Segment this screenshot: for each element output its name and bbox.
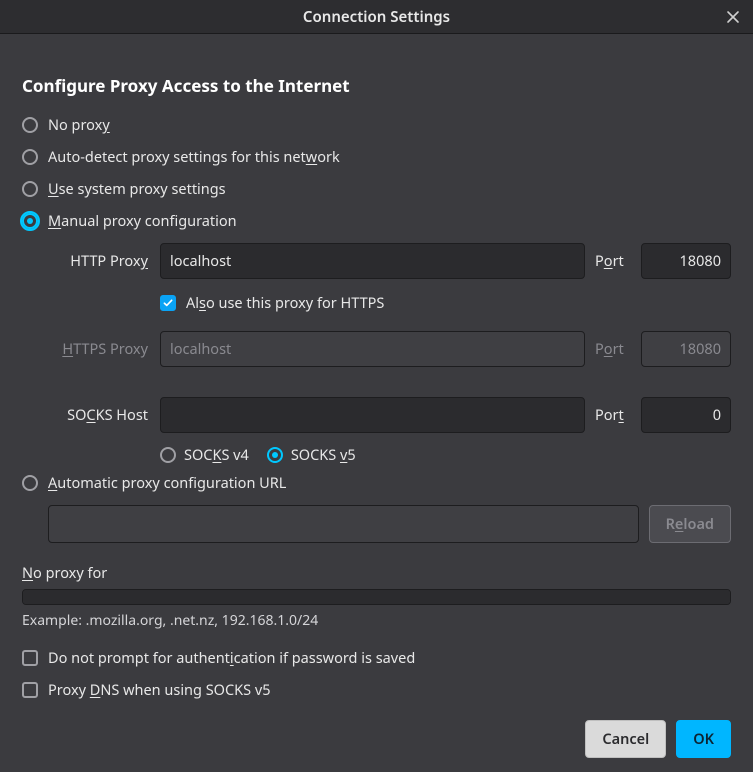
label-socks-v5[interactable]: SOCKS v5 (291, 445, 356, 465)
ok-button[interactable]: OK (676, 720, 731, 758)
radio-socks-v4[interactable] (160, 447, 176, 463)
checkbox-proxy-dns-socks5[interactable] (22, 682, 38, 698)
label-auto-url[interactable]: Automatic proxy configuration URL (48, 473, 286, 493)
radio-use-system[interactable] (22, 181, 38, 197)
socks-port-label: Port (593, 405, 633, 425)
checkbox-also-https[interactable] (160, 295, 176, 311)
cancel-button[interactable]: Cancel (585, 720, 666, 758)
close-icon[interactable] (723, 7, 743, 27)
radio-auto-url[interactable] (22, 475, 38, 491)
dialog-titlebar: Connection Settings (0, 0, 753, 34)
http-proxy-port-input[interactable] (641, 243, 731, 279)
http-port-label: Port (593, 251, 633, 271)
socks-host-input[interactable] (160, 397, 585, 433)
pac-url-input (48, 505, 639, 543)
socks-host-label: SOCKS Host (42, 405, 152, 425)
label-socks-v4[interactable]: SOCKS v4 (184, 445, 249, 465)
checkbox-no-auth-prompt[interactable] (22, 650, 38, 666)
label-manual[interactable]: Manual proxy configuration (48, 211, 237, 231)
no-proxy-for-input[interactable] (22, 589, 731, 605)
label-use-system[interactable]: Use system proxy settings (48, 179, 226, 199)
label-also-https[interactable]: Also use this proxy for HTTPS (186, 293, 384, 313)
reload-button: Reload (649, 505, 731, 543)
radio-no-proxy[interactable] (22, 117, 38, 133)
socks-port-input[interactable] (641, 397, 731, 433)
no-proxy-example: Example: .mozilla.org, .net.nz, 192.168.… (22, 611, 731, 630)
https-proxy-host-input (160, 331, 585, 367)
label-no-proxy[interactable]: No proxy (48, 115, 110, 135)
label-proxy-dns-socks5[interactable]: Proxy DNS when using SOCKS v5 (48, 680, 271, 700)
label-no-auth-prompt[interactable]: Do not prompt for authentication if pass… (48, 648, 415, 668)
https-port-label: Port (593, 339, 633, 359)
no-proxy-for-label: No proxy for (22, 563, 731, 583)
radio-auto-detect[interactable] (22, 149, 38, 165)
http-proxy-host-input[interactable] (160, 243, 585, 279)
section-heading: Configure Proxy Access to the Internet (22, 74, 731, 97)
label-auto-detect[interactable]: Auto-detect proxy settings for this netw… (48, 147, 340, 167)
https-proxy-label: HTTPS Proxy (42, 339, 152, 359)
radio-socks-v5[interactable] (267, 447, 283, 463)
https-proxy-port-input (641, 331, 731, 367)
http-proxy-label: HTTP Proxy (42, 251, 152, 271)
dialog-title: Connection Settings (303, 7, 450, 27)
radio-manual[interactable] (22, 213, 38, 229)
